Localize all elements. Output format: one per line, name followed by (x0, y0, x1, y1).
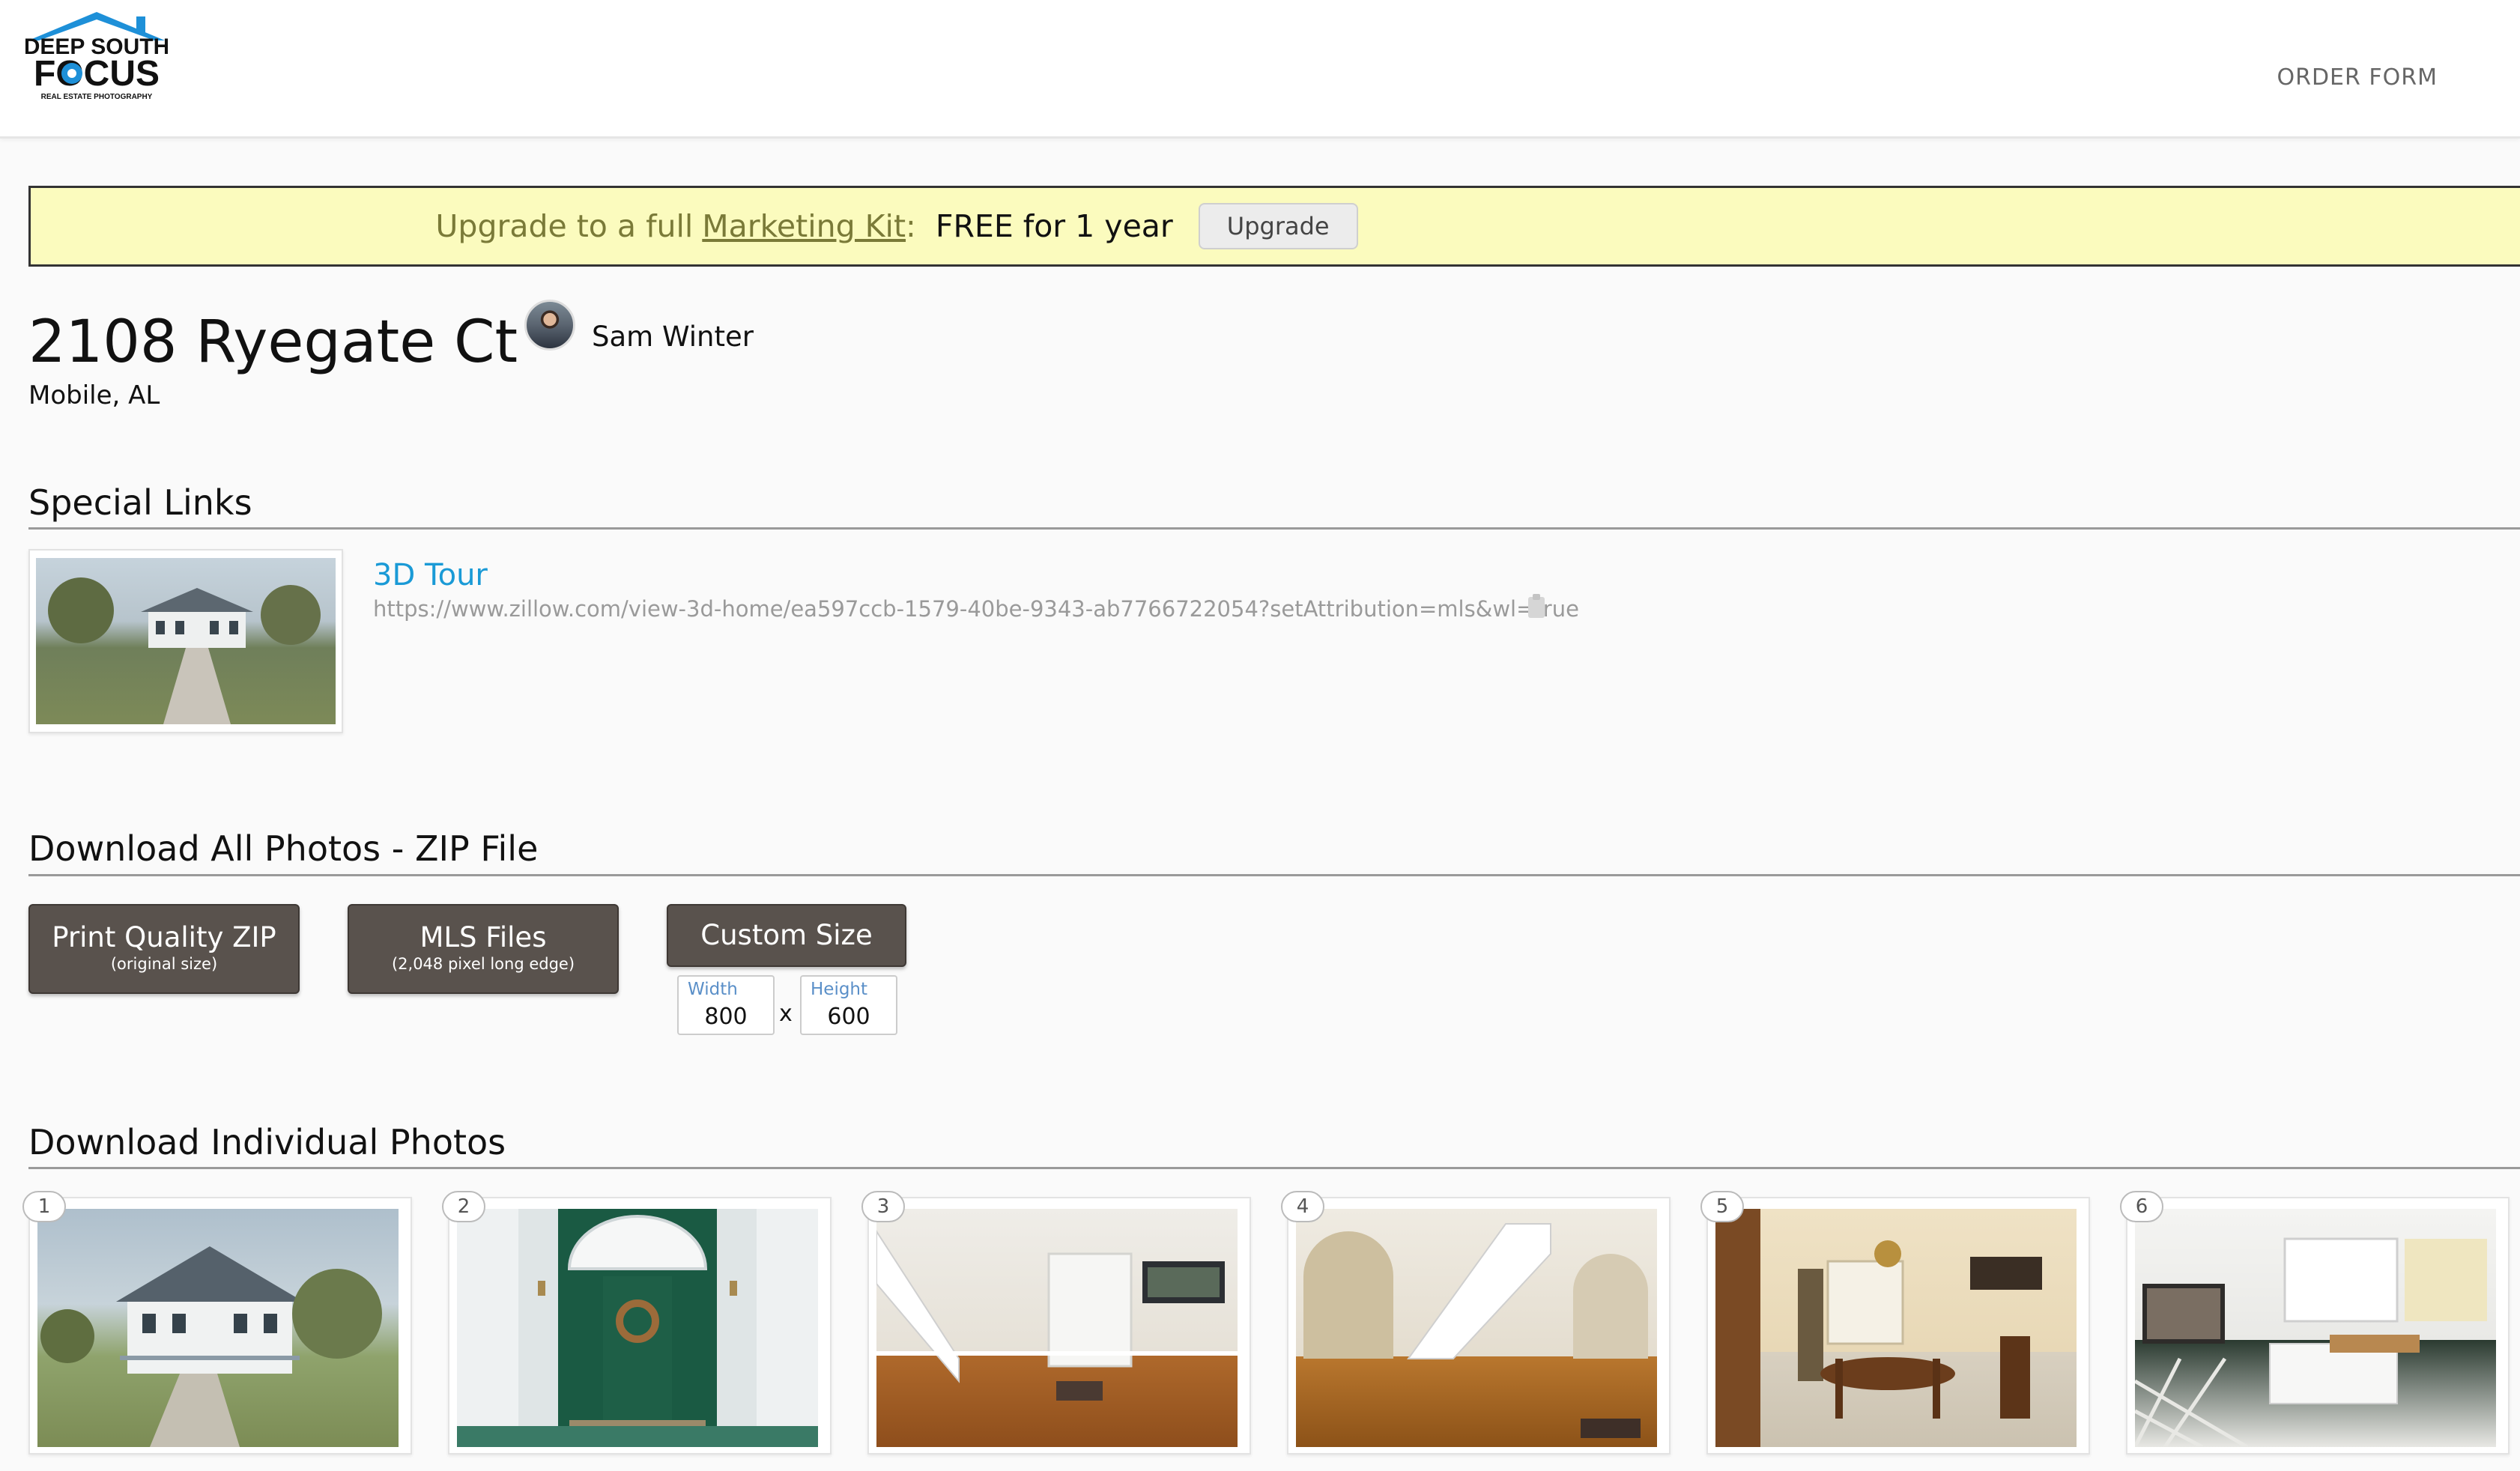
height-label: Height (811, 980, 868, 999)
photo-card[interactable] (28, 1197, 412, 1455)
property-address: 2108 Ryegate Ct (28, 309, 518, 376)
3d-tour-thumbnail[interactable] (28, 549, 343, 733)
download-zip-heading: Download All Photos - ZIP File (28, 828, 539, 869)
section-divider (28, 1167, 2520, 1169)
photo-number-badge: 2 (442, 1191, 485, 1222)
individual-photos-heading: Download Individual Photos (28, 1122, 506, 1162)
photo-card[interactable] (1287, 1197, 1671, 1455)
photo-number-badge: 6 (2120, 1191, 2163, 1222)
3d-tour-link[interactable]: 3D Tour (373, 558, 488, 592)
button-sublabel: (original size) (110, 954, 218, 973)
3d-tour-url[interactable]: https://www.zillow.com/view-3d-home/ea59… (373, 596, 1579, 622)
agent-avatar (524, 300, 575, 351)
photo-thumbnail[interactable] (1296, 1209, 1657, 1447)
photo-number-badge: 5 (1700, 1191, 1744, 1222)
marketing-kit-link[interactable]: Marketing Kit (702, 208, 906, 244)
photo-card[interactable] (867, 1197, 1251, 1455)
width-field[interactable]: Width (677, 975, 775, 1035)
agent-name: Sam Winter (592, 321, 754, 353)
photo-thumbnail[interactable] (1715, 1209, 2077, 1447)
print-quality-zip-button[interactable]: Print Quality ZIP (original size) (28, 904, 300, 994)
photo-thumbnail[interactable] (457, 1209, 818, 1447)
photo-thumbnail[interactable] (37, 1209, 399, 1447)
height-input[interactable] (805, 1002, 893, 1031)
clipboard-copy-icon[interactable] (1528, 594, 1545, 618)
button-sublabel: (2,048 pixel long edge) (391, 954, 575, 973)
svg-text:FOCUS: FOCUS (34, 54, 160, 94)
height-field[interactable]: Height (800, 975, 897, 1035)
button-label: MLS Files (420, 920, 547, 953)
mls-files-button[interactable]: MLS Files (2,048 pixel long edge) (348, 904, 619, 994)
photo-card[interactable] (448, 1197, 832, 1455)
order-form-link[interactable]: ORDER FORM (2277, 64, 2438, 91)
special-links-heading: Special Links (28, 482, 252, 523)
banner-free-offer: FREE for 1 year (935, 208, 1173, 244)
banner-text: Upgrade to a full (435, 208, 694, 244)
photo-number-badge: 3 (861, 1191, 905, 1222)
photo-card[interactable] (2126, 1197, 2510, 1455)
size-separator: x (779, 1001, 793, 1027)
width-label: Width (688, 980, 738, 999)
photo-thumbnail[interactable] (876, 1209, 1238, 1447)
custom-size-button[interactable]: Custom Size (667, 904, 906, 967)
banner-colon: : (906, 208, 916, 244)
photo-number-badge: 1 (22, 1191, 66, 1222)
photo-card[interactable] (1706, 1197, 2090, 1455)
upgrade-button[interactable]: Upgrade (1198, 203, 1358, 249)
deep-south-focus-logo[interactable]: DEEP SOUTH FOCUS REAL ESTATE PHOTOGRAPHY (25, 10, 168, 105)
button-label: Custom Size (700, 918, 873, 951)
property-city: Mobile, AL (28, 380, 160, 410)
house-exterior-image (36, 558, 336, 724)
photo-thumbnail[interactable] (2135, 1209, 2496, 1447)
button-label: Print Quality ZIP (52, 920, 276, 953)
section-divider (28, 874, 2520, 876)
svg-text:REAL ESTATE PHOTOGRAPHY: REAL ESTATE PHOTOGRAPHY (41, 93, 153, 101)
upgrade-banner: Upgrade to a full Marketing Kit : FREE f… (28, 186, 2520, 267)
width-input[interactable] (682, 1002, 770, 1031)
photo-number-badge: 4 (1281, 1191, 1324, 1222)
top-navbar: DEEP SOUTH FOCUS REAL ESTATE PHOTOGRAPHY… (0, 0, 2520, 139)
section-divider (28, 527, 2520, 530)
